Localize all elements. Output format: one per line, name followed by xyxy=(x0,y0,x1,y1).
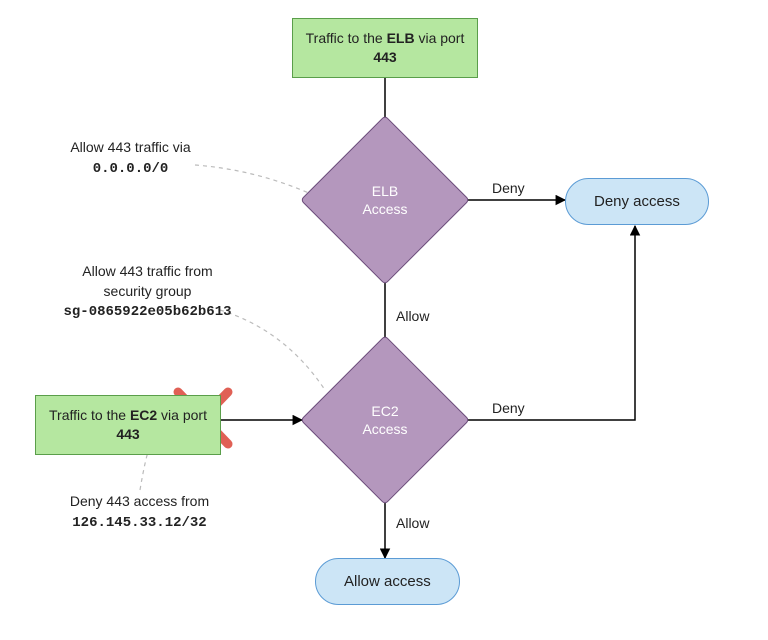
start-elb-text: Traffic to the ELB via port 443 xyxy=(306,30,465,65)
edge-label-elb-deny: Deny xyxy=(490,180,527,196)
decision-elb-label: ELBAccess xyxy=(325,140,445,260)
arrow-ec2-to-deny xyxy=(468,226,635,420)
annotation-deny-rule: Deny 443 access from 126.145.33.12/32 xyxy=(32,492,247,533)
terminal-allow-label: Allow access xyxy=(344,573,431,590)
dashed-ann-elb xyxy=(195,165,320,198)
edge-label-ec2-deny: Deny xyxy=(490,400,527,416)
terminal-allow: Allow access xyxy=(315,558,460,605)
start-ec2-box: Traffic to the EC2 via port 443 xyxy=(35,395,221,455)
terminal-deny-label: Deny access xyxy=(594,193,680,210)
decision-ec2: EC2Access xyxy=(325,360,445,480)
decision-ec2-label: EC2Access xyxy=(325,360,445,480)
terminal-deny: Deny access xyxy=(565,178,709,225)
annotation-elb-rule: Allow 443 traffic via 0.0.0.0/0 xyxy=(48,138,213,179)
annotation-ec2-rule: Allow 443 traffic from security group sg… xyxy=(35,262,260,323)
start-ec2-text: Traffic to the EC2 via port 443 xyxy=(49,407,207,442)
decision-elb: ELBAccess xyxy=(325,140,445,260)
edge-label-elb-allow: Allow xyxy=(394,308,431,324)
start-elb-box: Traffic to the ELB via port 443 xyxy=(292,18,478,78)
edge-label-ec2-allow: Allow xyxy=(394,515,431,531)
